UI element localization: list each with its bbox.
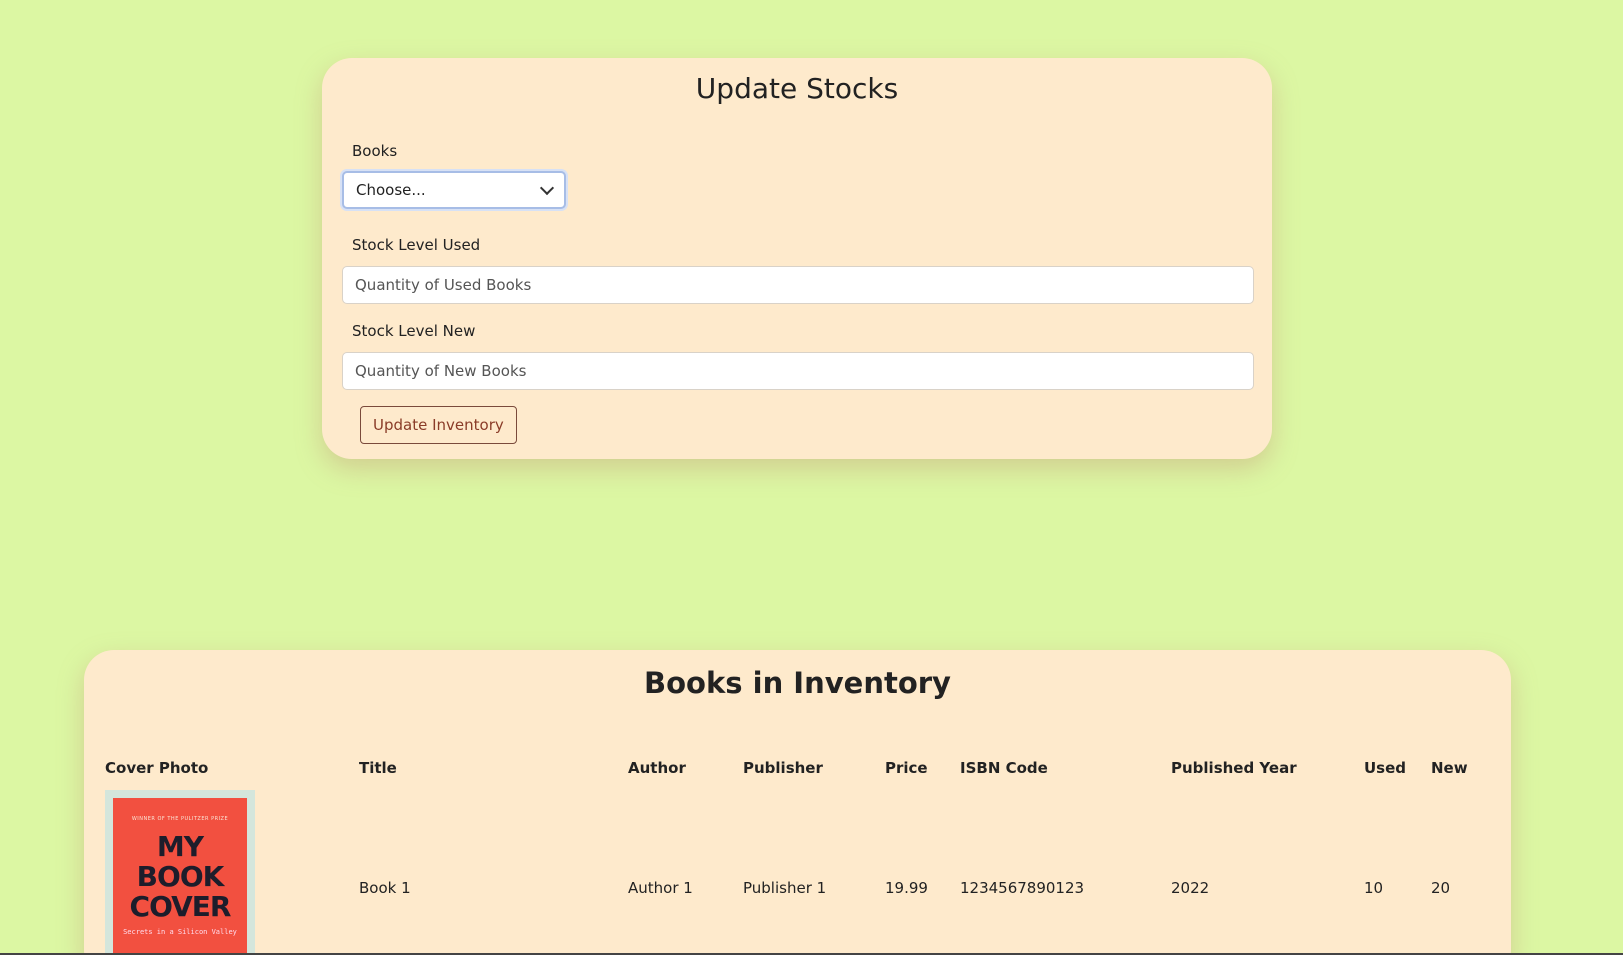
column-header: Cover Photo: [105, 759, 209, 777]
cover-cell: WINNER OF THE PULITZER PRIZE MY BOOK COV…: [105, 786, 359, 955]
column-header: New: [1431, 759, 1468, 777]
page: Update Stocks Books Choose... Stock Leve…: [0, 0, 1623, 955]
books-label: Books: [352, 142, 398, 160]
stock-used-input[interactable]: [342, 266, 1254, 304]
inventory-title: Books in Inventory: [644, 666, 951, 700]
cover-title-line: MY: [156, 830, 204, 863]
cover-title-line: COVER: [129, 890, 232, 923]
stock-new-label: Stock Level New: [352, 322, 476, 340]
update-stocks-title: Update Stocks: [695, 72, 899, 105]
update-stocks-card: Update Stocks Books Choose... Stock Leve…: [322, 58, 1272, 459]
book-author-cell: Author 1: [628, 879, 693, 897]
book-isbn-cell: 1234567890123: [960, 879, 1085, 897]
inventory-table: Cover Photo Title Author Publisher Price…: [105, 750, 1491, 955]
column-header: Publisher: [743, 759, 823, 777]
cover-award-text: WINNER OF THE PULITZER PRIZE: [131, 816, 229, 822]
stock-new-input[interactable]: [342, 352, 1254, 390]
update-inventory-button[interactable]: Update Inventory: [360, 406, 517, 444]
book-price-cell: 19.99: [885, 879, 928, 897]
table-header-row: Cover Photo Title Author Publisher Price…: [105, 750, 1491, 786]
table-row: WINNER OF THE PULITZER PRIZE MY BOOK COV…: [105, 786, 1491, 955]
chevron-down-icon: [539, 180, 555, 196]
book-cover-image: WINNER OF THE PULITZER PRIZE MY BOOK COV…: [105, 790, 255, 955]
book-title-cell: Book 1: [359, 879, 411, 897]
column-header: Title: [359, 759, 397, 777]
cover-title-line: BOOK: [136, 860, 225, 893]
books-select-value: Choose...: [356, 181, 426, 199]
stock-used-label: Stock Level Used: [352, 236, 481, 254]
column-header: Published Year: [1171, 759, 1297, 777]
cover-subtitle: Secrets in a Silicon Valley: [123, 928, 237, 936]
column-header: Used: [1364, 759, 1407, 777]
book-new-cell: 20: [1431, 879, 1451, 897]
book-publisher-cell: Publisher 1: [743, 879, 827, 897]
book-year-cell: 2022: [1171, 879, 1210, 897]
column-header: Price: [885, 759, 928, 777]
column-header: ISBN Code: [960, 759, 1048, 777]
books-select[interactable]: Choose...: [342, 171, 566, 209]
column-header: Author: [628, 759, 686, 777]
inventory-card: Books in Inventory Cover Photo Title Aut…: [84, 650, 1511, 955]
book-used-cell: 10: [1364, 879, 1384, 897]
